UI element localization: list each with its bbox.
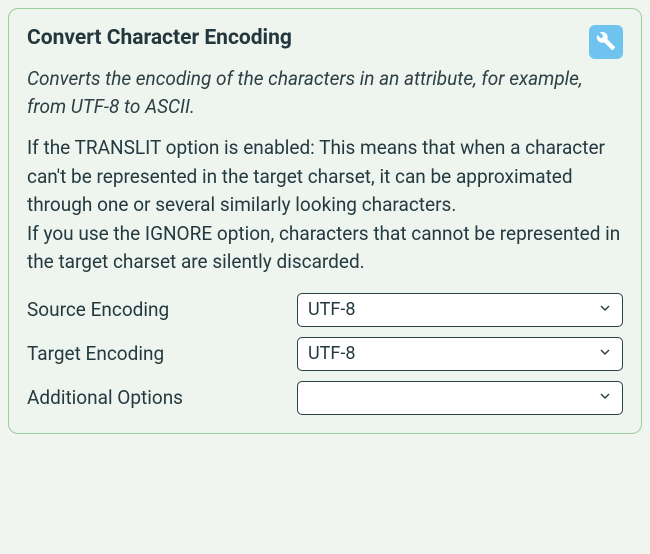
card-header: Convert Character Encoding — [27, 25, 623, 59]
target-encoding-select-wrapper — [297, 337, 623, 371]
card-subtitle: Converts the encoding of the characters … — [27, 65, 623, 120]
additional-options-select[interactable] — [297, 381, 623, 415]
target-encoding-row: Target Encoding — [27, 337, 623, 371]
target-encoding-label: Target Encoding — [27, 342, 297, 365]
card-title: Convert Character Encoding — [27, 25, 292, 52]
additional-options-row: Additional Options — [27, 381, 623, 415]
source-encoding-select[interactable] — [297, 293, 623, 327]
target-encoding-select[interactable] — [297, 337, 623, 371]
source-encoding-label: Source Encoding — [27, 298, 297, 321]
additional-options-label: Additional Options — [27, 386, 297, 409]
source-encoding-row: Source Encoding — [27, 293, 623, 327]
convert-encoding-card: Convert Character Encoding Converts the … — [8, 8, 642, 434]
card-description: If the TRANSLIT option is enabled: This … — [27, 134, 623, 277]
settings-button[interactable] — [589, 25, 623, 59]
source-encoding-select-wrapper — [297, 293, 623, 327]
wrench-icon — [596, 31, 616, 54]
additional-options-select-wrapper — [297, 381, 623, 415]
